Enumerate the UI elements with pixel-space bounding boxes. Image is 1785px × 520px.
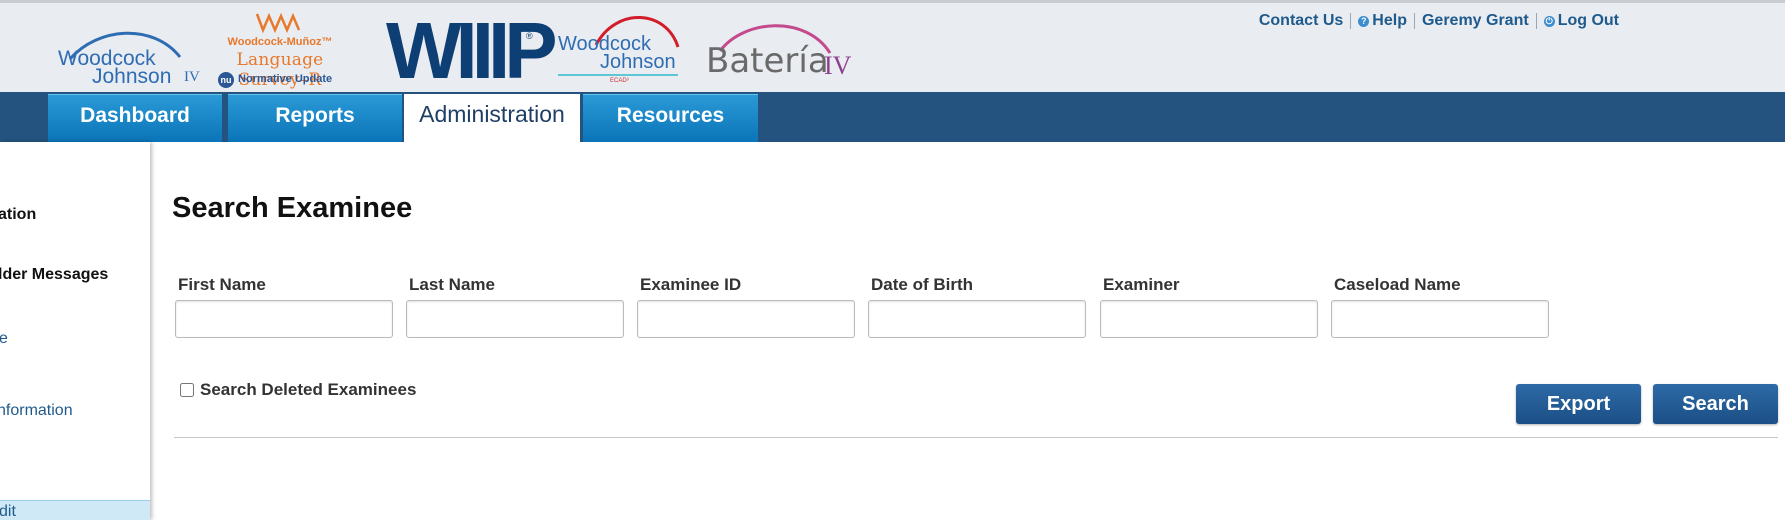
divider: [1350, 13, 1352, 29]
tab-reports[interactable]: Reports: [228, 94, 402, 142]
caseload-name-field: Caseload Name: [1331, 275, 1549, 338]
sidebar-item-edit: dit: [0, 503, 16, 520]
examinee-id-label: Examinee ID: [640, 275, 742, 294]
search-deleted-option[interactable]: Search Deleted Examinees: [180, 380, 416, 400]
logo-text: ®: [526, 31, 533, 41]
divider: [1413, 13, 1415, 29]
header-links: Contact Us ? Help Geremy Grant ⏻ Log Out: [1259, 12, 1619, 30]
app-header: Woodcock Johnson IV Woodcock-Muñoz™ Lang…: [0, 0, 1785, 95]
woodcock-munoz-logo[interactable]: Woodcock-Muñoz™ Language Survey–R nu Nor…: [200, 8, 360, 90]
last-name-field: Last Name: [406, 275, 624, 338]
examinee-id-input[interactable]: [637, 300, 855, 338]
first-name-input[interactable]: [175, 300, 393, 338]
bateria-iv-logo[interactable]: Batería IV: [706, 15, 856, 85]
sidebar-item-selected[interactable]: dit: [0, 500, 150, 520]
sidebar-item-information[interactable]: nformation: [0, 402, 73, 420]
logo-subtext: Normative Update: [238, 73, 333, 85]
export-button[interactable]: Export: [1516, 384, 1641, 424]
search-deleted-checkbox[interactable]: [180, 383, 194, 397]
divider: [1535, 13, 1537, 29]
logo-text: Normative Update: [218, 73, 332, 85]
wm-mark-icon: [255, 12, 301, 34]
woodcock-johnson-iv-logo[interactable]: Woodcock Johnson IV: [58, 23, 203, 88]
logo-text: IV: [184, 69, 200, 85]
logo-text: WIIIP: [386, 6, 558, 95]
logo-text: IV: [824, 51, 852, 80]
logo-text: Johnson: [600, 51, 676, 73]
search-deleted-label: Search Deleted Examinees: [200, 380, 417, 399]
caseload-name-input[interactable]: [1331, 300, 1549, 338]
tab-resources[interactable]: Resources: [583, 94, 758, 142]
caseload-name-label: Caseload Name: [1334, 275, 1461, 294]
logo-text: Batería: [706, 41, 829, 81]
logo-text: Johnson: [92, 65, 172, 88]
date-of-birth-label: Date of Birth: [871, 275, 973, 294]
sidebar-item-link[interactable]: e: [0, 330, 8, 348]
power-icon[interactable]: ⏻: [1543, 15, 1555, 27]
divider: [174, 437, 1778, 438]
examiner-field: Examiner: [1100, 275, 1318, 338]
logout-link[interactable]: Log Out: [1558, 12, 1619, 30]
date-of-birth-input[interactable]: [868, 300, 1086, 338]
examiner-input[interactable]: [1100, 300, 1318, 338]
page-title: Search Examinee: [172, 192, 413, 224]
sidebar: ation lder Messages e nformation dit: [0, 142, 150, 520]
examiner-label: Examiner: [1103, 275, 1180, 294]
last-name-label: Last Name: [409, 275, 495, 294]
sidebar-item-folder-messages[interactable]: lder Messages: [0, 266, 108, 284]
examinee-id-field: Examinee ID: [637, 275, 855, 338]
first-name-field: First Name: [175, 275, 393, 338]
search-examinee-panel: Search Examinee First Name Last Name Exa…: [172, 142, 1778, 520]
main-nav: Dashboard Reports Administration Resourc…: [0, 92, 1785, 142]
logo-text: Woodcock-Muñoz™: [227, 36, 333, 48]
sidebar-item-administration[interactable]: ation: [0, 206, 36, 224]
first-name-label: First Name: [178, 275, 266, 294]
date-of-birth-field: Date of Birth: [868, 275, 1086, 338]
last-name-input[interactable]: [406, 300, 624, 338]
woodcock-johnson-ecad-logo[interactable]: Woodcock Johnson ECAD³: [556, 11, 680, 87]
wiiip-logo[interactable]: WIIIP ®: [386, 6, 558, 95]
contact-us-link[interactable]: Contact Us: [1259, 12, 1343, 30]
user-name-link[interactable]: Geremy Grant: [1422, 12, 1529, 30]
search-button[interactable]: Search: [1653, 384, 1778, 424]
help-link[interactable]: Help: [1372, 12, 1407, 30]
logo-underline: [558, 74, 678, 76]
tab-administration[interactable]: Administration: [404, 94, 580, 142]
help-icon[interactable]: ?: [1358, 15, 1370, 27]
tab-dashboard[interactable]: Dashboard: [48, 94, 222, 142]
logo-text: ECAD³: [610, 78, 629, 84]
